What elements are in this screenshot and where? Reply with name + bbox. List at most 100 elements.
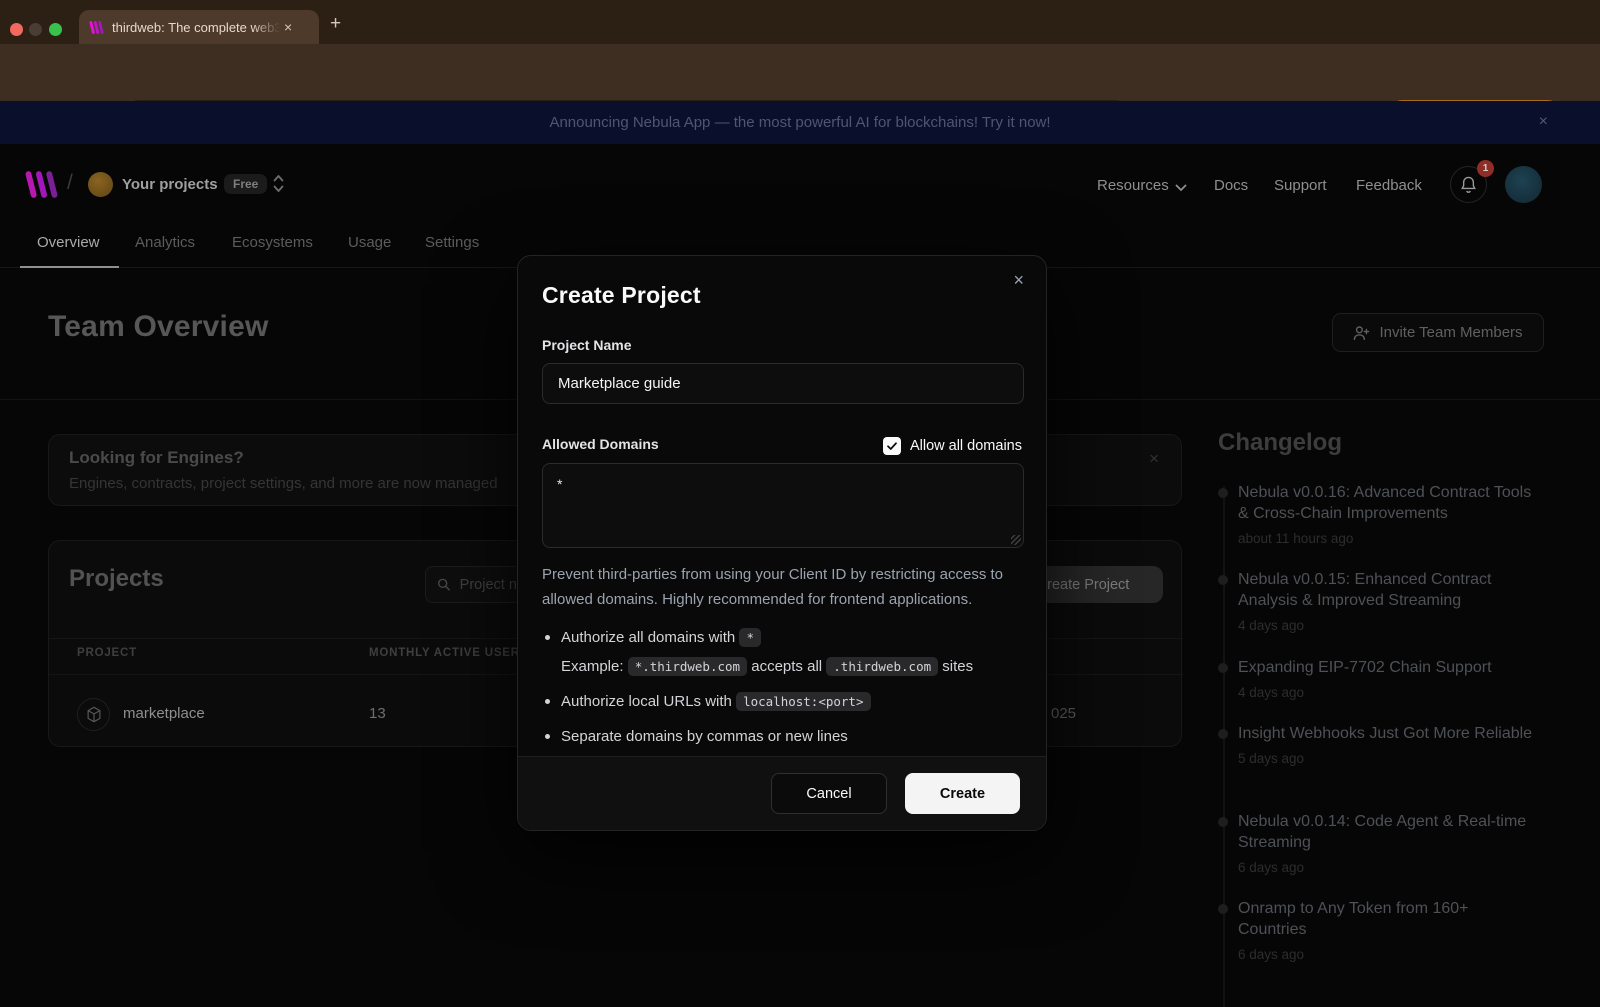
team-name[interactable]: Your projects bbox=[122, 176, 218, 193]
new-tab-button[interactable]: + bbox=[330, 14, 341, 33]
changelog-item-time: 6 days ago bbox=[1238, 947, 1534, 962]
tip-separate-domains: Separate domains by commas or new lines bbox=[542, 726, 1024, 747]
user-avatar[interactable] bbox=[1505, 166, 1542, 203]
announcement-banner[interactable]: Announcing Nebula App — the most powerfu… bbox=[0, 101, 1600, 144]
breadcrumb-slash: / bbox=[67, 171, 73, 195]
domains-tips-list: Authorize all domains with * Example: *.… bbox=[542, 627, 1024, 747]
tab-ecosystems[interactable]: Ecosystems bbox=[232, 234, 313, 251]
team-avatar[interactable] bbox=[88, 172, 113, 197]
tab-analytics[interactable]: Analytics bbox=[135, 234, 195, 251]
changelog-item-title[interactable]: Nebula v0.0.16: Advanced Contract Tools … bbox=[1238, 482, 1534, 524]
changelog-item-time: 4 days ago bbox=[1238, 618, 1534, 633]
tip-example-line: Example: *.thirdweb.com accepts all .thi… bbox=[561, 656, 1024, 677]
tab-settings[interactable]: Settings bbox=[425, 234, 479, 251]
timeline-dot-icon bbox=[1218, 663, 1228, 673]
bell-icon bbox=[1460, 176, 1477, 194]
browser-titlebar: thirdweb: The complete web3 × + bbox=[0, 0, 1600, 44]
engines-card-close-icon[interactable]: × bbox=[1149, 449, 1159, 469]
page-viewport: Announcing Nebula App — the most powerfu… bbox=[0, 101, 1600, 1007]
macos-close-button[interactable] bbox=[10, 23, 23, 36]
allow-all-label: Allow all domains bbox=[910, 438, 1022, 454]
timeline-dot-icon bbox=[1218, 729, 1228, 739]
active-tab-underline bbox=[20, 266, 119, 268]
domains-description: Prevent third-parties from using your Cl… bbox=[542, 562, 1024, 612]
project-mau-cell: 13 bbox=[369, 705, 386, 722]
tab-overview[interactable]: Overview bbox=[37, 234, 100, 251]
timeline-dot-icon bbox=[1218, 488, 1228, 498]
browser-window: thirdweb: The complete web3 × + ← → ⟳ ht… bbox=[0, 0, 1600, 1007]
domain-chip: .thirdweb.com bbox=[826, 657, 938, 676]
browser-tab[interactable]: thirdweb: The complete web3 × bbox=[79, 10, 319, 44]
changelog-item[interactable]: Expanding EIP-7702 Chain Support 4 days … bbox=[1238, 657, 1534, 700]
tip-text: Example: bbox=[561, 658, 624, 675]
checkmark-icon bbox=[886, 440, 898, 452]
modal-close-icon[interactable]: × bbox=[1013, 270, 1024, 291]
changelog-item-time: 6 days ago bbox=[1238, 860, 1534, 875]
allowed-domains-label: Allowed Domains bbox=[542, 436, 659, 452]
modal-footer: Cancel Create bbox=[518, 756, 1046, 830]
plan-badge: Free bbox=[224, 174, 267, 194]
thirdweb-favicon bbox=[89, 20, 104, 35]
tab-usage[interactable]: Usage bbox=[348, 234, 391, 251]
changelog-item[interactable]: Insight Webhooks Just Got More Reliable … bbox=[1238, 723, 1534, 766]
tab-title-fade bbox=[252, 20, 280, 35]
allow-all-checkbox[interactable] bbox=[883, 437, 901, 455]
changelog-item-title[interactable]: Insight Webhooks Just Got More Reliable bbox=[1238, 723, 1534, 744]
invite-team-members-button[interactable]: Invite Team Members bbox=[1332, 313, 1544, 352]
chevron-down-icon bbox=[1175, 184, 1187, 192]
timeline-dot-icon bbox=[1218, 817, 1228, 827]
team-switcher-icon[interactable] bbox=[271, 173, 286, 194]
engines-card-title: Looking for Engines? bbox=[69, 448, 244, 468]
column-header-project: PROJECT bbox=[77, 647, 137, 659]
page-title: Team Overview bbox=[48, 310, 269, 344]
browser-toolbar: ← → ⟳ https://thirdweb.com/team/fcd19491… bbox=[0, 44, 1600, 101]
changelog-item-time: 5 days ago bbox=[1238, 751, 1534, 766]
cancel-button[interactable]: Cancel bbox=[771, 773, 887, 814]
changelog-timeline bbox=[1223, 486, 1225, 1007]
changelog-item-title[interactable]: Expanding EIP-7702 Chain Support bbox=[1238, 657, 1534, 678]
changelog-item[interactable]: Nebula v0.0.16: Advanced Contract Tools … bbox=[1238, 482, 1534, 546]
nav-resources[interactable]: Resources bbox=[1097, 177, 1169, 194]
nav-support[interactable]: Support bbox=[1274, 177, 1327, 194]
allow-all-domains-row: Allow all domains bbox=[883, 437, 1022, 455]
changelog-item[interactable]: Nebula v0.0.14: Code Agent & Real-time S… bbox=[1238, 811, 1534, 875]
timeline-dot-icon bbox=[1218, 904, 1228, 914]
wildcard-domain-chip: *.thirdweb.com bbox=[628, 657, 747, 676]
invite-button-label: Invite Team Members bbox=[1379, 324, 1522, 341]
project-cube-icon bbox=[77, 698, 110, 731]
thirdweb-logo[interactable] bbox=[24, 171, 60, 198]
changelog-item[interactable]: Nebula v0.0.15: Enhanced Contract Analys… bbox=[1238, 569, 1534, 633]
nav-docs[interactable]: Docs bbox=[1214, 177, 1248, 194]
tip-text: Authorize local URLs with bbox=[561, 693, 732, 710]
project-name-label: Project Name bbox=[542, 337, 631, 353]
changelog-item-title[interactable]: Nebula v0.0.14: Code Agent & Real-time S… bbox=[1238, 811, 1534, 853]
nav-feedback[interactable]: Feedback bbox=[1356, 177, 1422, 194]
tab-title: thirdweb: The complete web3 bbox=[112, 20, 280, 35]
changelog-item-title[interactable]: Onramp to Any Token from 160+ Countries bbox=[1238, 898, 1534, 940]
macos-minimize-button[interactable] bbox=[29, 23, 42, 36]
search-icon bbox=[437, 577, 451, 592]
banner-close-icon[interactable]: × bbox=[1539, 113, 1548, 131]
allowed-domains-field: * bbox=[542, 463, 1024, 548]
project-name-cell[interactable]: marketplace bbox=[123, 705, 205, 722]
changelog-item-time: about 11 hours ago bbox=[1238, 531, 1534, 546]
project-name-input[interactable] bbox=[542, 363, 1024, 404]
allowed-domains-textarea[interactable]: * bbox=[542, 463, 1024, 548]
tip-text: accepts all bbox=[751, 658, 822, 675]
create-button[interactable]: Create bbox=[905, 773, 1020, 814]
announcement-text: Announcing Nebula App — the most powerfu… bbox=[549, 114, 1050, 131]
tab-close-icon[interactable]: × bbox=[284, 19, 292, 35]
tip-authorize-all: Authorize all domains with * Example: *.… bbox=[542, 627, 1024, 677]
project-date-cell: 025 bbox=[1051, 705, 1076, 722]
column-header-mau: MONTHLY ACTIVE USERS bbox=[369, 647, 528, 659]
changelog-title: Changelog bbox=[1218, 429, 1342, 457]
engines-card-body: Engines, contracts, project settings, an… bbox=[69, 475, 498, 492]
timeline-dot-icon bbox=[1218, 575, 1228, 585]
localhost-chip: localhost:<port> bbox=[736, 692, 870, 711]
changelog-item-title[interactable]: Nebula v0.0.15: Enhanced Contract Analys… bbox=[1238, 569, 1534, 611]
tip-text: sites bbox=[942, 658, 973, 675]
projects-title: Projects bbox=[69, 565, 164, 593]
macos-zoom-button[interactable] bbox=[49, 23, 62, 36]
changelog-item[interactable]: Onramp to Any Token from 160+ Countries … bbox=[1238, 898, 1534, 962]
tip-authorize-local: Authorize local URLs with localhost:<por… bbox=[542, 691, 1024, 712]
